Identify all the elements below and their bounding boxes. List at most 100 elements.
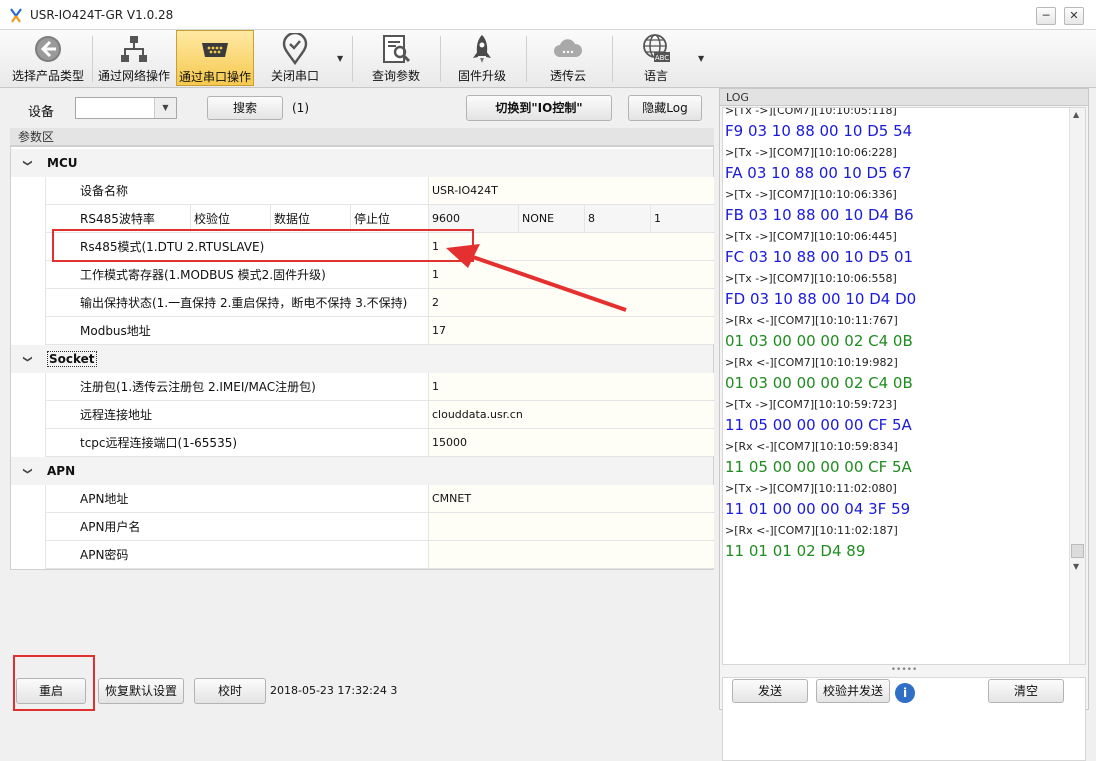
toolbar: 选择产品类型 通过网络操作 通过串口操作 关闭串口 ▼ 查询参数 固件升级 透传… (0, 30, 1096, 88)
rocket-icon (473, 35, 491, 63)
language-dropdown-icon[interactable]: ▼ (698, 54, 704, 63)
log-tx-line: 11 01 00 00 00 04 3F 59 (725, 500, 911, 518)
data-bits-label: 数据位 (270, 205, 350, 232)
param-key: 工作模式寄存器(1.MODBUS 模式2.固件升级) (80, 268, 326, 282)
close-serial-label: 关闭串口 (270, 69, 319, 83)
footer-left: 重启 恢复默认设置 校时 2018-05-23 17:32:24 3 (8, 672, 716, 710)
param-value[interactable]: USR-IO424T (428, 177, 714, 204)
category-mcu-title: MCU (47, 156, 78, 170)
location-check-icon (282, 33, 308, 65)
chevron-down-icon[interactable]: ❯ (13, 159, 41, 167)
serial-operation-label: 通过串口操作 (178, 70, 251, 84)
select-product-type-button[interactable]: 选择产品类型 (6, 30, 90, 86)
param-value[interactable]: 1 (428, 373, 714, 400)
send-button[interactable]: 发送 (732, 679, 808, 703)
log-view[interactable]: >[Tx ->][COM7][10:10:05:118] F9 03 10 88 … (722, 107, 1086, 665)
category-socket[interactable]: ❯ Socket (11, 345, 713, 373)
log-lines: >[Tx ->][COM7][10:10:05:118] F9 03 10 88 … (723, 108, 1069, 562)
log-meta-line: >[Tx ->][COM7][10:10:59:723] (725, 398, 897, 411)
category-apn[interactable]: ❯ APN (11, 457, 713, 485)
log-panel: LOG >[Tx ->][COM7][10:10:05:118] F9 03 10… (719, 88, 1089, 761)
param-value[interactable]: 17 (428, 317, 714, 344)
stop-bits-value[interactable]: 1 (650, 205, 714, 232)
param-value[interactable]: 15000 (428, 429, 714, 456)
parameter-grid: ❯ MCU 设备名称 USR-IO424T RS485波特率 校验位 数据位 停… (10, 146, 714, 570)
log-meta-line: >[Rx <-][COM7][10:10:19:982] (725, 356, 898, 369)
app-logo-icon (10, 8, 22, 23)
log-tx-line: FC 03 10 88 00 10 D5 01 (725, 248, 914, 266)
minimize-button[interactable]: ─ (1036, 7, 1056, 25)
toolbar-separator (526, 36, 527, 82)
verify-send-button[interactable]: 校验并发送 (816, 679, 890, 703)
param-row-modbus-address[interactable]: Modbus地址 17 (45, 317, 714, 345)
param-row-remote-port[interactable]: tcpc远程连接端口(1-65535) 15000 (45, 429, 714, 457)
chevron-down-icon[interactable]: ▼ (154, 98, 176, 118)
log-meta-line: >[Rx <-][COM7][10:10:11:767] (725, 314, 898, 327)
log-splitter[interactable]: ••••• (722, 666, 1086, 675)
firmware-upgrade-button[interactable]: 固件升级 (442, 30, 522, 86)
chevron-down-icon[interactable]: ❯ (13, 467, 41, 475)
log-rx-line: 01 03 00 00 00 02 C4 0B (725, 332, 913, 350)
device-select[interactable]: ▼ (75, 97, 177, 119)
serial-operation-button[interactable]: 通过串口操作 (176, 30, 254, 86)
highlight-box-restart (13, 655, 95, 711)
param-value[interactable]: CMNET (428, 485, 714, 512)
search-button[interactable]: 搜索 (207, 96, 283, 120)
parity-value[interactable]: NONE (518, 205, 584, 232)
hide-log-button[interactable]: 隐藏Log (628, 95, 702, 121)
param-value[interactable]: clouddata.usr.cn (428, 401, 714, 428)
log-tx-line: FA 03 10 88 00 10 D5 67 (725, 164, 912, 182)
data-bits-value[interactable]: 8 (584, 205, 650, 232)
clear-button[interactable]: 清空 (988, 679, 1064, 703)
device-label: 设备 (28, 105, 55, 120)
param-row-device-name[interactable]: 设备名称 USR-IO424T (45, 177, 714, 205)
svg-text:ABC: ABC (655, 54, 669, 62)
category-mcu[interactable]: ❯ MCU (11, 149, 713, 177)
transparent-cloud-button[interactable]: 透传云 (528, 30, 608, 86)
param-row-apn-username[interactable]: APN用户名 (45, 513, 714, 541)
log-meta-line: >[Rx <-][COM7][10:11:02:187] (725, 524, 898, 537)
info-icon[interactable]: i (895, 683, 915, 703)
language-button[interactable]: ABC 语言 (616, 30, 696, 86)
back-arrow-icon (35, 36, 61, 62)
param-key: 远程连接地址 (80, 408, 153, 422)
language-label: 语言 (643, 69, 668, 83)
chevron-down-icon[interactable]: ❯ (13, 355, 41, 363)
param-key: APN地址 (80, 492, 129, 506)
log-meta-line: >[Tx ->][COM7][10:10:06:228] (725, 146, 897, 159)
param-row-apn-password[interactable]: APN密码 (45, 541, 714, 569)
log-meta-line: >[Rx <-][COM7][10:10:59:834] (725, 440, 898, 453)
log-header: LOG (720, 89, 1088, 106)
close-serial-button[interactable]: 关闭串口 (258, 30, 332, 86)
log-meta-line: >[Tx ->][COM7][10:10:06:445] (725, 230, 897, 243)
param-row-register-packet[interactable]: 注册包(1.透传云注册包 2.IMEI/MAC注册包) 1 (45, 373, 714, 401)
stop-bits-label: 停止位 (350, 205, 428, 232)
globe-abc-icon: ABC (643, 34, 670, 62)
log-meta-line: >[Tx ->][COM7][10:10:06:336] (725, 188, 897, 201)
log-scrollbar[interactable]: ▲ ▼ (1069, 108, 1085, 664)
toolbar-separator (612, 36, 613, 82)
scrollbar-thumb[interactable] (1071, 544, 1084, 558)
scroll-up-icon[interactable]: ▲ (1073, 110, 1079, 119)
window-title: USR-IO424T-GR V1.0.28 (30, 8, 174, 22)
param-row-apn-address[interactable]: APN地址 CMNET (45, 485, 714, 513)
switch-io-control-button[interactable]: 切换到"IO控制" (466, 95, 612, 121)
restore-default-button[interactable]: 恢复默认设置 (98, 678, 184, 704)
scroll-down-icon[interactable]: ▼ (1073, 562, 1079, 571)
query-params-button[interactable]: 查询参数 (356, 30, 436, 86)
toolbar-separator (352, 36, 353, 82)
network-operation-button[interactable]: 通过网络操作 (94, 30, 174, 86)
close-button[interactable]: ✕ (1064, 7, 1084, 25)
network-icon (121, 36, 147, 62)
param-key: 输出保持状态(1.一直保持 2.重启保持，断电不保持 3.不保持) (80, 296, 408, 310)
close-serial-dropdown-icon[interactable]: ▼ (337, 54, 343, 63)
serial-port-icon (202, 43, 228, 57)
time-sync-button[interactable]: 校时 (194, 678, 266, 704)
param-row-remote-address[interactable]: 远程连接地址 clouddata.usr.cn (45, 401, 714, 429)
baud-rate-value[interactable]: 9600 (428, 205, 518, 232)
param-key: Modbus地址 (80, 324, 151, 338)
param-value[interactable] (428, 513, 714, 540)
log-meta-line: >[Tx ->][COM7][10:11:02:080] (725, 482, 897, 495)
param-value[interactable] (428, 541, 714, 568)
log-tx-line: FB 03 10 88 00 10 D4 B6 (725, 206, 914, 224)
